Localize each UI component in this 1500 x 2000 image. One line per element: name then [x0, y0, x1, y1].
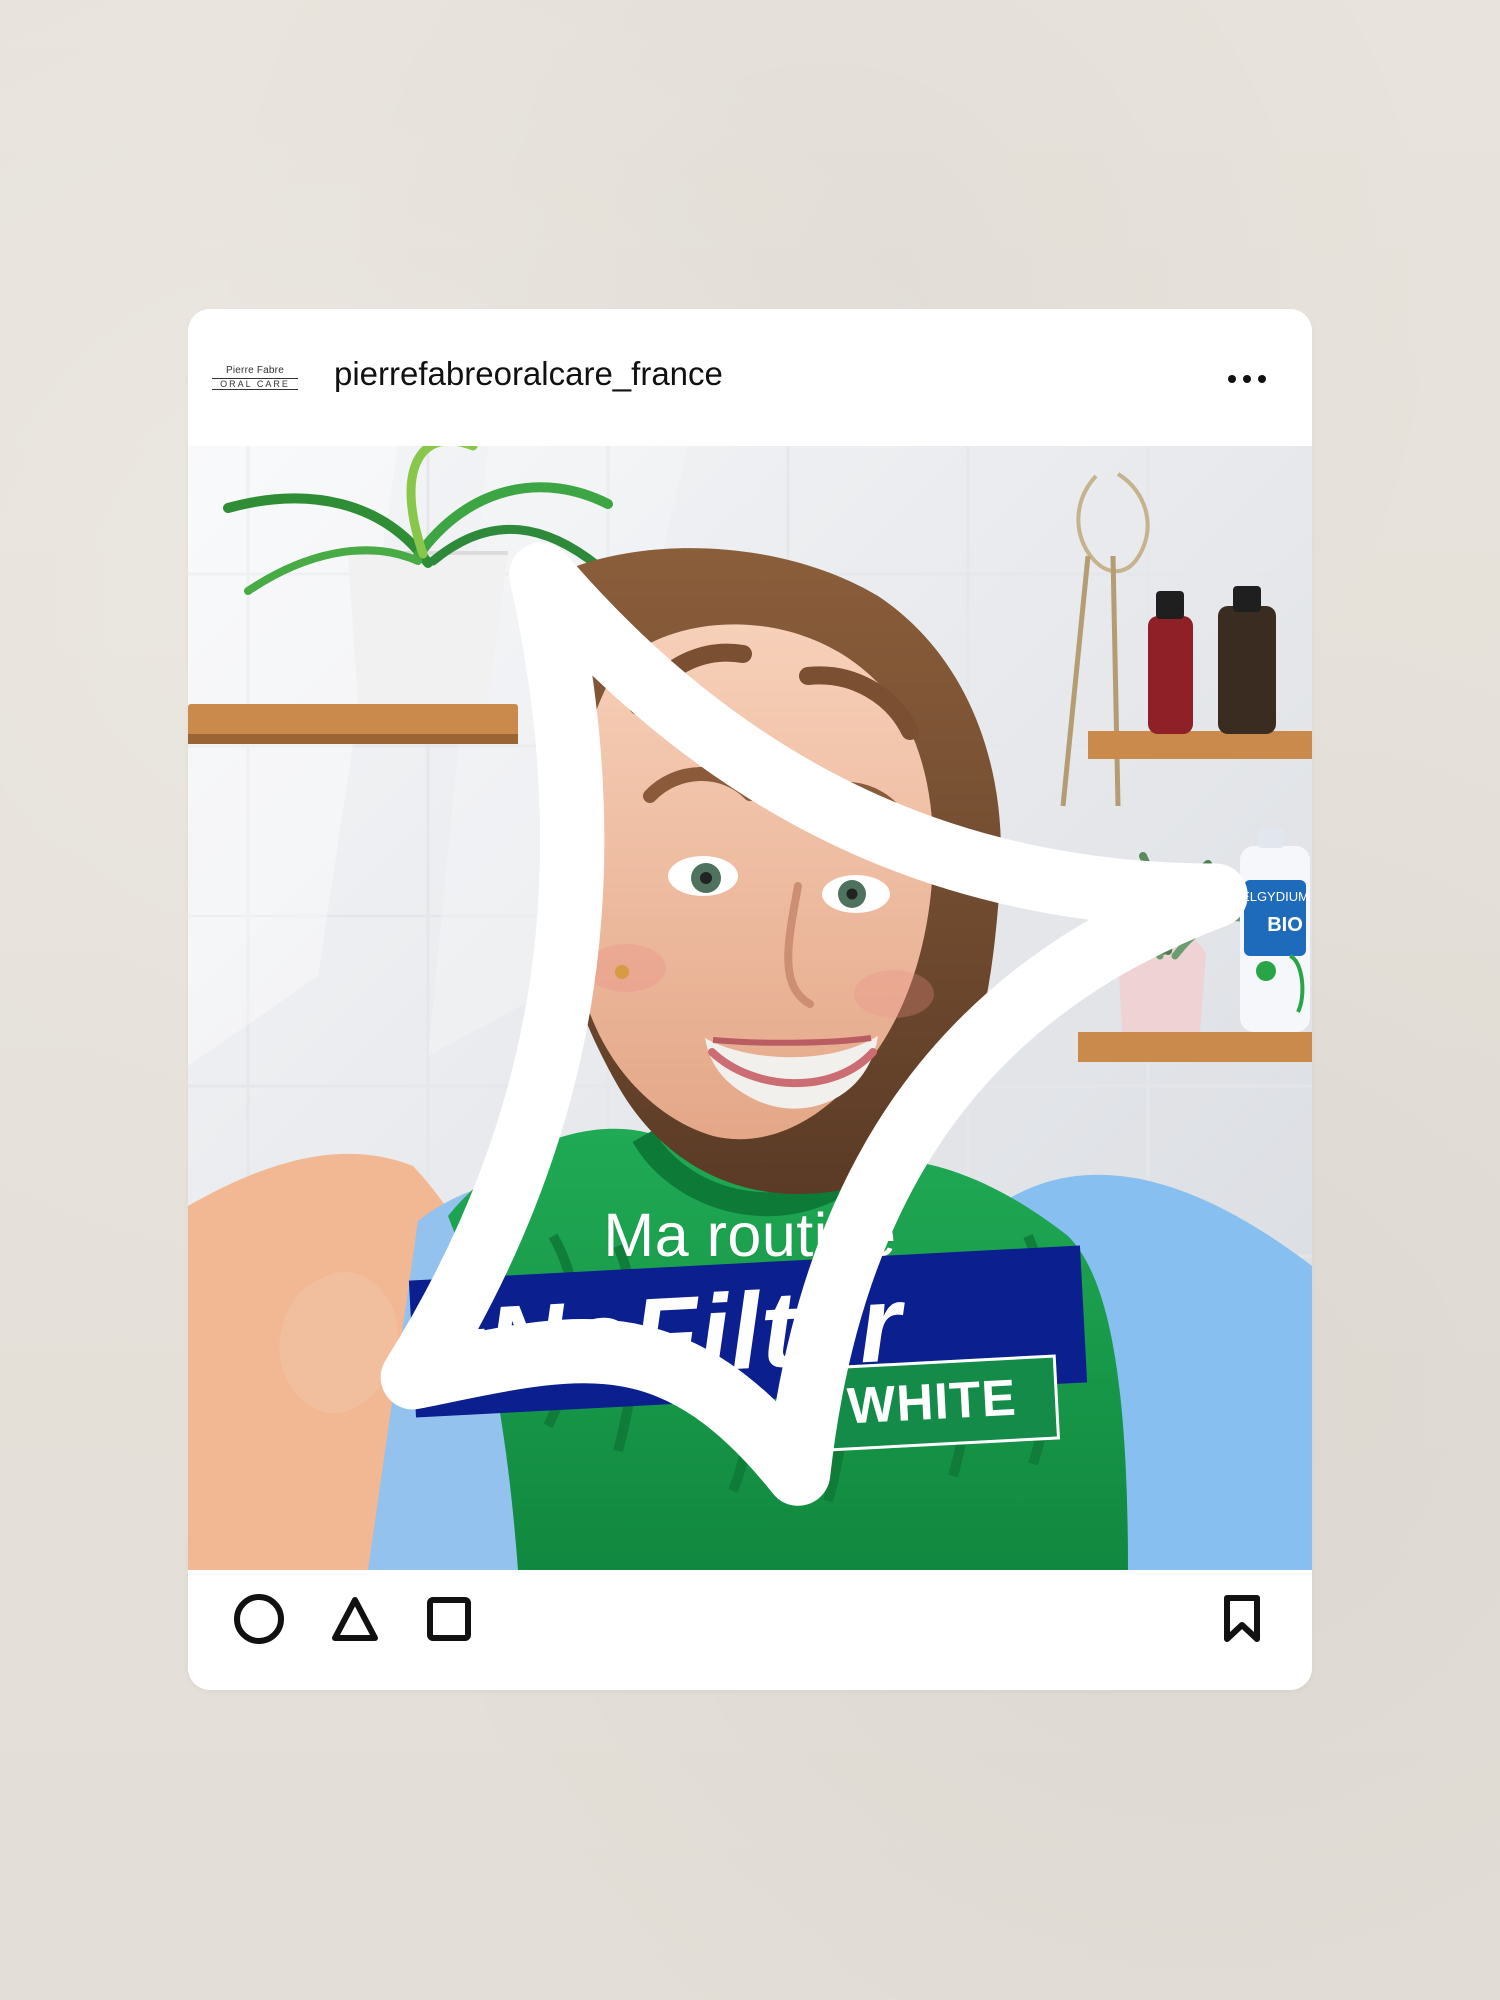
brand-logo-top-text: Pierre Fabre [226, 365, 284, 376]
sparkle-icon [380, 542, 1248, 1506]
circle-icon[interactable] [230, 1590, 288, 1648]
brand-logo: Pierre Fabre ORAL CARE [212, 365, 298, 390]
bookmark-icon[interactable] [1213, 1590, 1271, 1648]
post-header: Pierre Fabre ORAL CARE pierrefabreoralca… [188, 309, 1312, 446]
square-icon[interactable] [420, 1590, 478, 1648]
account-name[interactable]: pierrefabreoralcare_france [334, 354, 723, 394]
post-card: Pierre Fabre ORAL CARE pierrefabreoralca… [188, 309, 1312, 1690]
more-dot [1258, 375, 1266, 383]
post-actions [188, 1570, 1312, 1690]
more-dots-icon[interactable] [1220, 365, 1280, 391]
triangle-icon[interactable] [326, 1590, 384, 1648]
post-image[interactable]: ELGYDIUM BIO Ma routine #NoFilter WHITE [188, 446, 1312, 1570]
more-dot [1228, 375, 1236, 383]
more-dot [1243, 375, 1251, 383]
brand-logo-bottom-text: ORAL CARE [212, 378, 298, 390]
